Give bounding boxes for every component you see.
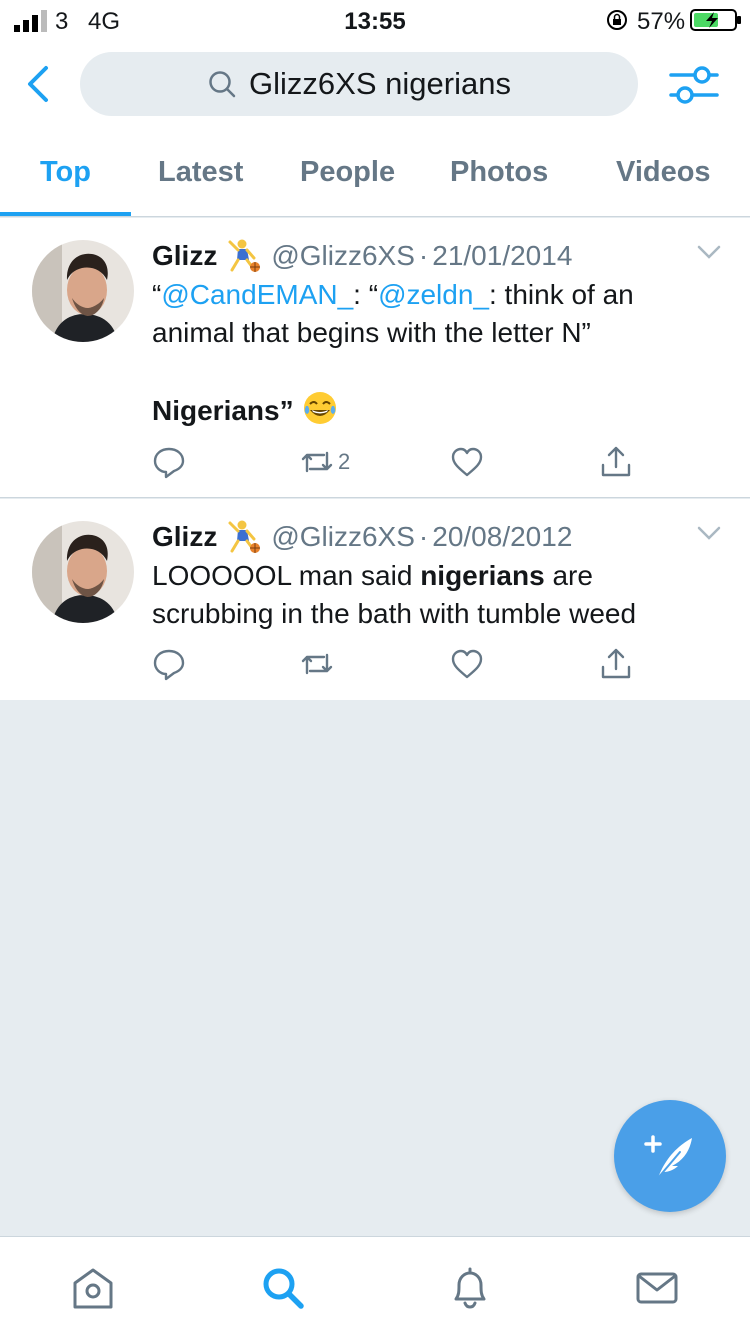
- quote-mark: “: [152, 279, 162, 310]
- avatar[interactable]: [32, 521, 134, 623]
- search-query: Glizz6XS nigerians: [249, 66, 511, 101]
- tweet-header: Glizz @Glizz6XS · 21/01/2014: [152, 238, 572, 274]
- tweet-actions: [0, 646, 750, 686]
- reply-icon: [153, 649, 185, 681]
- tweet[interactable]: Glizz @Glizz6XS · 20/08/2012 LOOOOOL man…: [0, 499, 750, 700]
- tab-people[interactable]: People: [300, 156, 395, 189]
- compose-feather-icon: [644, 1135, 692, 1179]
- chevron-down-icon[interactable]: [696, 244, 722, 260]
- tab-videos[interactable]: Videos: [616, 156, 711, 189]
- reply-button[interactable]: [152, 646, 186, 682]
- status-bar: 3 4G 13:55 57%: [0, 0, 750, 40]
- avatar[interactable]: [32, 240, 134, 342]
- author-handle[interactable]: @Glizz6XS: [271, 521, 415, 553]
- filter-icon[interactable]: [668, 62, 720, 108]
- back-icon[interactable]: [22, 62, 56, 106]
- retweet-icon: [301, 653, 333, 675]
- compose-tweet-button[interactable]: [614, 1100, 726, 1212]
- search-tabs: Top Latest People Photos Videos: [0, 132, 750, 217]
- share-button[interactable]: [599, 646, 633, 682]
- share-icon: [601, 446, 631, 477]
- bottom-nav: [0, 1236, 750, 1334]
- tab-latest[interactable]: Latest: [158, 156, 243, 189]
- retweet-button[interactable]: 2: [300, 444, 350, 480]
- messages-icon[interactable]: [634, 1265, 680, 1311]
- search-header: Glizz6XS nigerians: [0, 40, 750, 132]
- tab-top[interactable]: Top: [40, 156, 91, 189]
- tweet-header: Glizz @Glizz6XS · 20/08/2012: [152, 519, 572, 555]
- author-name[interactable]: Glizz: [152, 240, 217, 272]
- tweet-text-part: LOOOOOL man said: [152, 560, 421, 591]
- basketball-player-emoji-icon: [228, 520, 261, 553]
- home-icon[interactable]: [70, 1265, 116, 1311]
- tweet-text: LOOOOOL man said nigerians are scrubbing…: [152, 557, 722, 633]
- mention-link[interactable]: @CandEMAN_: [161, 279, 353, 310]
- search-match-highlight: nigerians: [420, 560, 545, 591]
- tab-photos[interactable]: Photos: [450, 156, 548, 189]
- rotation-lock-icon: [607, 10, 627, 30]
- search-icon[interactable]: [260, 1265, 306, 1311]
- notifications-icon[interactable]: [447, 1265, 493, 1311]
- like-icon: [451, 447, 483, 477]
- search-input[interactable]: Glizz6XS nigerians: [80, 52, 638, 116]
- meta-separator: ·: [418, 240, 429, 271]
- battery-percent: 57%: [637, 8, 686, 35]
- retweet-icon: [301, 451, 333, 473]
- retweet-button[interactable]: [300, 646, 338, 682]
- mention-link[interactable]: @zeldn_: [378, 279, 489, 310]
- tweet-actions: 2: [0, 444, 750, 484]
- tweet-text: “@CandEMAN_: “@zeldn_: think of an anima…: [152, 276, 722, 430]
- share-button[interactable]: [599, 444, 633, 480]
- reply-icon: [153, 447, 185, 479]
- share-icon: [601, 648, 631, 679]
- tweet-date: 21/01/2014: [432, 240, 573, 271]
- battery-icon: [690, 9, 741, 31]
- retweet-count: 2: [338, 449, 351, 474]
- tweet-text-part: : “: [353, 279, 379, 310]
- tweet[interactable]: Glizz @Glizz6XS · 21/01/2014 “@CandEMAN_…: [0, 218, 750, 498]
- active-tab-indicator: [0, 212, 131, 216]
- tweet-date: 20/08/2012: [432, 521, 573, 552]
- like-button[interactable]: [450, 646, 484, 682]
- chevron-down-icon[interactable]: [696, 525, 722, 541]
- basketball-player-emoji-icon: [228, 239, 261, 272]
- meta-separator: ·: [418, 521, 429, 552]
- tears-of-joy-emoji-icon: [303, 392, 336, 424]
- reply-button[interactable]: [152, 444, 186, 480]
- like-button[interactable]: [450, 444, 484, 480]
- like-icon: [451, 649, 483, 679]
- author-name[interactable]: Glizz: [152, 521, 217, 553]
- search-icon: [209, 71, 236, 98]
- tweet-text-bold: Nigerians”: [152, 395, 294, 426]
- author-handle[interactable]: @Glizz6XS: [271, 240, 415, 272]
